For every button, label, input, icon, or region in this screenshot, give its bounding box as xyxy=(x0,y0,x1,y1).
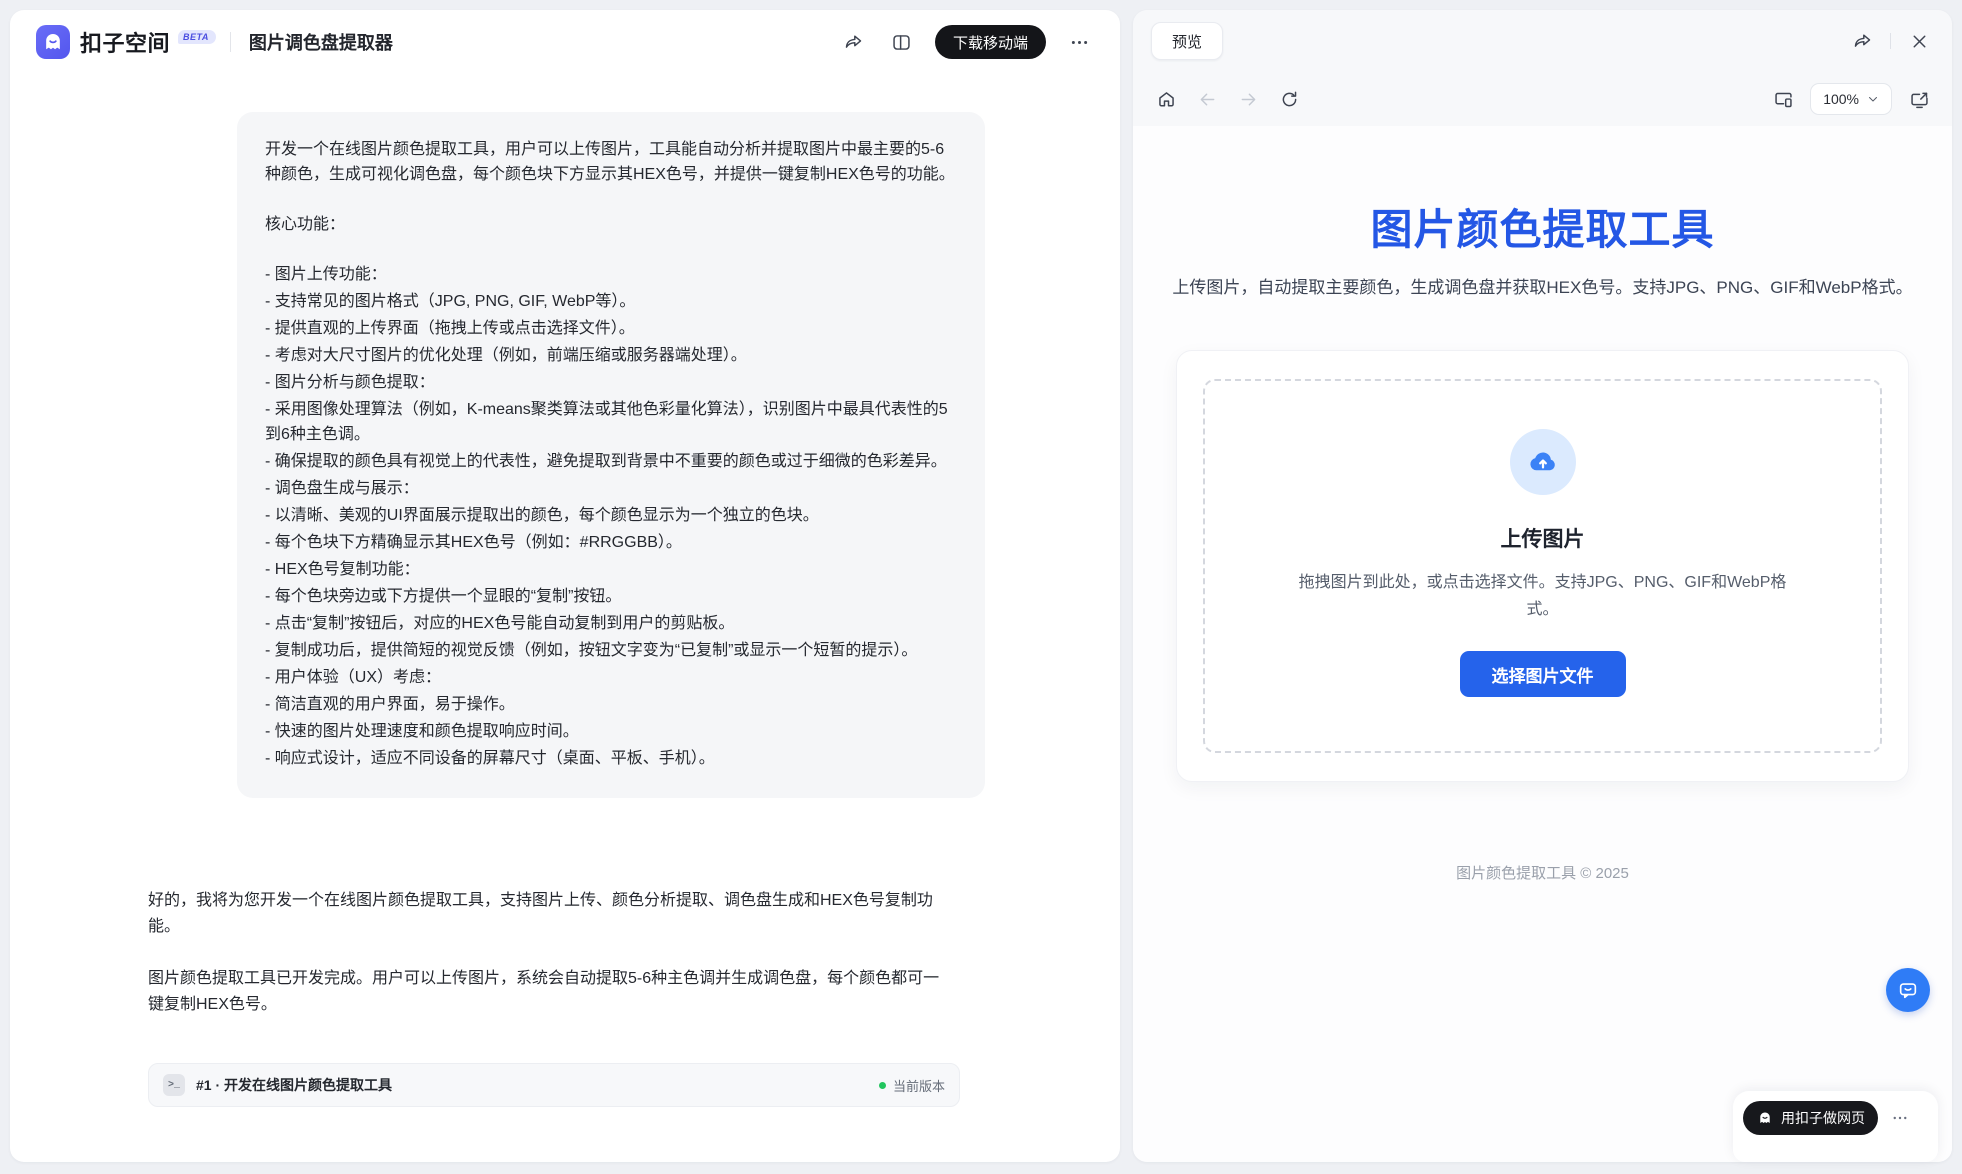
open-external-icon xyxy=(1909,89,1930,110)
split-view-icon xyxy=(891,32,912,53)
assistant-paragraph: 图片颜色提取工具已开发完成。用户可以上传图片，系统会自动提取5-6种主色调并生成… xyxy=(148,966,950,1018)
list-item: - 复制成功后，提供简短的视觉反馈（例如，按钮文字变为“已复制”或显示一个短暂的… xyxy=(265,638,957,663)
user-message-bubble: 开发一个在线图片颜色提取工具，用户可以上传图片，工具能自动分析并提取图片中最主要… xyxy=(237,112,985,798)
user-message-heading: 核心功能： xyxy=(265,212,957,237)
feedback-chat-button[interactable] xyxy=(1886,968,1930,1012)
refresh-button[interactable] xyxy=(1274,84,1304,114)
page-subtitle: 上传图片，自动提取主要颜色，生成调色盘并获取HEX色号。支持JPG、PNG、GI… xyxy=(1169,273,1917,302)
chevron-down-icon xyxy=(1867,93,1879,105)
back-button[interactable] xyxy=(1192,84,1222,114)
list-item: - 图片上传功能： xyxy=(265,262,957,287)
page-title: 图片颜色提取工具 xyxy=(1133,196,1952,257)
list-item: - 图片分析与颜色提取： xyxy=(265,370,957,395)
upload-heading: 上传图片 xyxy=(1229,523,1856,553)
assistant-paragraph: 好的，我将为您开发一个在线图片颜色提取工具，支持图片上传、颜色分析提取、调色盘生… xyxy=(148,888,950,940)
brand-home-link[interactable]: 扣子空间 BETA xyxy=(36,25,216,59)
tab-preview[interactable]: 预览 xyxy=(1151,22,1223,60)
version-status: 当前版本 xyxy=(879,1076,945,1095)
list-item: - 采用图像处理算法（例如，K-means聚类算法或其他色彩量化算法），识别图片… xyxy=(265,397,957,447)
list-item: - 调色盘生成与展示： xyxy=(265,476,957,501)
made-with-coze-widget: 用扣子做网页 xyxy=(1733,1091,1938,1162)
list-item: - 每个色块旁边或下方提供一个显眼的“复制”按钮。 xyxy=(265,584,957,609)
list-item: - 用户体验（UX）考虑： xyxy=(265,665,957,690)
version-bar[interactable]: >_ #1 · 开发在线图片颜色提取工具 当前版本 xyxy=(148,1063,960,1107)
share-button[interactable] xyxy=(1847,26,1877,56)
forward-icon xyxy=(1238,89,1259,110)
home-button[interactable] xyxy=(1151,84,1181,114)
upload-icon-circle xyxy=(1510,429,1576,495)
header-divider xyxy=(230,32,231,52)
chat-header-actions: 下载移动端 xyxy=(839,25,1094,59)
chat-header: 扣子空间 BETA 图片调色盘提取器 下载移动端 xyxy=(10,10,1120,74)
list-item: - 提供直观的上传界面（拖拽上传或点击选择文件）。 xyxy=(265,316,957,341)
list-item: - 简洁直观的用户界面，易于操作。 xyxy=(265,692,957,717)
device-preview-button[interactable] xyxy=(1768,84,1798,114)
preview-header: 预览 xyxy=(1133,10,1952,72)
split-view-button[interactable] xyxy=(887,27,917,57)
share-icon xyxy=(1852,31,1873,52)
share-button[interactable] xyxy=(839,27,869,57)
more-button[interactable] xyxy=(1064,27,1094,57)
more-dots-icon xyxy=(1891,1109,1909,1127)
preview-header-actions xyxy=(1847,26,1934,56)
upload-hint: 拖拽图片到此处，或点击选择文件。支持JPG、PNG、GIF和WebP格式。 xyxy=(1290,569,1795,623)
back-icon xyxy=(1197,89,1218,110)
page-footer: 图片颜色提取工具 © 2025 xyxy=(1133,862,1952,883)
refresh-icon xyxy=(1279,89,1300,110)
cloud-upload-icon xyxy=(1527,446,1559,478)
list-item: - 点击“复制”按钮后，对应的HEX色号能自动复制到用户的剪贴板。 xyxy=(265,611,957,636)
zoom-value: 100% xyxy=(1823,91,1859,107)
zoom-select[interactable]: 100% xyxy=(1810,83,1892,115)
list-item: - 考虑对大尺寸图片的优化处理（例如，前端压缩或服务器端处理）。 xyxy=(265,343,957,368)
user-message-list: - 图片上传功能：- 支持常见的图片格式（JPG, PNG, GIF, WebP… xyxy=(265,262,957,771)
status-dot-icon xyxy=(879,1082,886,1089)
coze-space-app: 扣子空间 BETA 图片调色盘提取器 下载移动端 开发一个在线图片颜色提取工具，… xyxy=(0,0,1962,1174)
list-item: - 支持常见的图片格式（JPG, PNG, GIF, WebP等）。 xyxy=(265,289,957,314)
widget-more-button[interactable] xyxy=(1886,1101,1914,1135)
more-dots-icon xyxy=(1069,32,1090,53)
user-message-paragraph: 开发一个在线图片颜色提取工具，用户可以上传图片，工具能自动分析并提取图片中最主要… xyxy=(265,137,957,187)
header-divider xyxy=(1890,33,1891,49)
browser-tools: 100% xyxy=(1768,83,1934,115)
chat-panel: 扣子空间 BETA 图片调色盘提取器 下载移动端 开发一个在线图片颜色提取工具，… xyxy=(10,10,1120,1162)
list-item: - 响应式设计，适应不同设备的屏幕尺寸（桌面、平板、手机）。 xyxy=(265,746,957,771)
preview-panel: 预览 xyxy=(1133,10,1952,1162)
coze-logo-icon xyxy=(36,25,70,59)
choose-file-button[interactable]: 选择图片文件 xyxy=(1460,651,1626,697)
home-icon xyxy=(1156,89,1177,110)
upload-card: 上传图片 拖拽图片到此处，或点击选择文件。支持JPG、PNG、GIF和WebP格… xyxy=(1176,350,1909,782)
browser-nav xyxy=(1151,84,1304,114)
close-icon xyxy=(1909,31,1930,52)
make-page-label: 用扣子做网页 xyxy=(1781,1108,1865,1128)
make-page-with-coze-button[interactable]: 用扣子做网页 xyxy=(1743,1101,1878,1135)
share-icon xyxy=(843,32,864,53)
version-status-label: 当前版本 xyxy=(893,1076,945,1095)
device-preview-icon xyxy=(1773,89,1794,110)
coze-ghost-icon xyxy=(1756,1109,1774,1127)
open-external-button[interactable] xyxy=(1904,84,1934,114)
assistant-message: 好的，我将为您开发一个在线图片颜色提取工具，支持图片上传、颜色分析提取、调色盘生… xyxy=(148,888,950,1018)
brand-name: 扣子空间 xyxy=(80,26,170,58)
chat-bubble-icon xyxy=(1897,979,1919,1001)
doc-title: 图片调色盘提取器 xyxy=(249,29,393,55)
preview-page: 图片颜色提取工具 上传图片，自动提取主要颜色，生成调色盘并获取HEX色号。支持J… xyxy=(1133,126,1952,1162)
list-item: - 确保提取的颜色具有视觉上的代表性，避免提取到背景中不重要的颜色或过于细微的色… xyxy=(265,449,957,474)
browser-toolbar: 100% xyxy=(1133,72,1952,126)
download-mobile-button[interactable]: 下载移动端 xyxy=(935,25,1046,59)
beta-badge: BETA xyxy=(178,30,216,44)
version-label: #1 · 开发在线图片颜色提取工具 xyxy=(196,1075,392,1095)
terminal-icon: >_ xyxy=(163,1074,185,1096)
list-item: - 以清晰、美观的UI界面展示提取出的颜色，每个颜色显示为一个独立的色块。 xyxy=(265,503,957,528)
forward-button[interactable] xyxy=(1233,84,1263,114)
upload-dropzone[interactable]: 上传图片 拖拽图片到此处，或点击选择文件。支持JPG、PNG、GIF和WebP格… xyxy=(1203,379,1882,753)
list-item: - 快速的图片处理速度和颜色提取响应时间。 xyxy=(265,719,957,744)
list-item: - 每个色块下方精确显示其HEX色号（例如：#RRGGBB）。 xyxy=(265,530,957,555)
close-button[interactable] xyxy=(1904,26,1934,56)
list-item: - HEX色号复制功能： xyxy=(265,557,957,582)
